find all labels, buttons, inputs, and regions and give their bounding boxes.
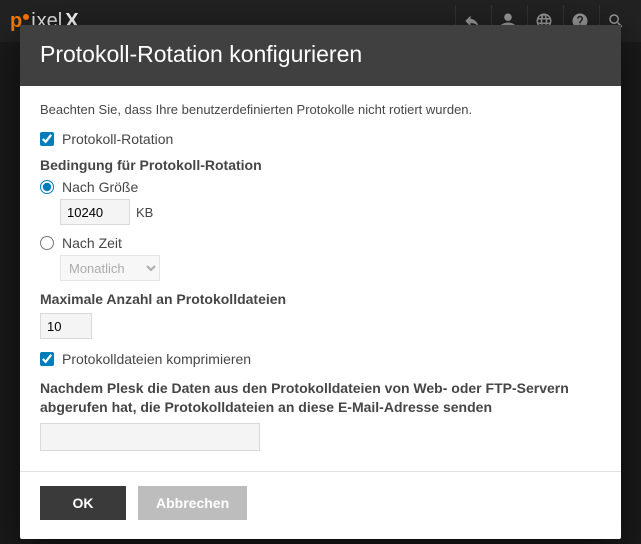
size-unit: KB — [136, 205, 153, 220]
compress-checkbox[interactable] — [40, 352, 54, 366]
compress-label[interactable]: Protokolldateien komprimieren — [62, 351, 251, 367]
dialog-footer: OK Abbrechen — [20, 471, 621, 544]
enable-rotation-checkbox[interactable] — [40, 132, 54, 146]
by-size-input-row: KB — [40, 199, 601, 225]
logo-dot — [23, 14, 29, 20]
enable-rotation-row: Protokoll-Rotation — [40, 131, 601, 147]
dialog-body: Beachten Sie, dass Ihre benutzerdefinier… — [20, 86, 621, 471]
dialog-title: Protokoll-Rotation konfigurieren — [20, 25, 621, 86]
email-label: Nachdem Plesk die Daten aus den Protokol… — [40, 379, 601, 417]
size-input[interactable] — [60, 199, 130, 225]
max-files-input[interactable] — [40, 313, 92, 339]
ok-button[interactable]: OK — [40, 486, 126, 520]
by-size-radio[interactable] — [40, 180, 54, 194]
condition-heading: Bedingung für Protokoll-Rotation — [40, 157, 601, 173]
by-time-select-row: Monatlich — [40, 255, 601, 281]
by-size-label[interactable]: Nach Größe — [62, 179, 138, 195]
time-period-select[interactable]: Monatlich — [60, 255, 160, 281]
compress-row: Protokolldateien komprimieren — [40, 351, 601, 367]
info-hint: Beachten Sie, dass Ihre benutzerdefinier… — [40, 102, 601, 117]
by-time-radio[interactable] — [40, 236, 54, 250]
enable-rotation-label[interactable]: Protokoll-Rotation — [62, 131, 173, 147]
modal-dialog: Protokoll-Rotation konfigurieren Beachte… — [20, 25, 621, 539]
by-time-row: Nach Zeit — [40, 235, 601, 251]
by-size-row: Nach Größe — [40, 179, 601, 195]
by-time-label[interactable]: Nach Zeit — [62, 235, 122, 251]
cancel-button[interactable]: Abbrechen — [138, 486, 247, 520]
max-files-label: Maximale Anzahl an Protokolldateien — [40, 291, 601, 307]
email-input[interactable] — [40, 423, 260, 451]
